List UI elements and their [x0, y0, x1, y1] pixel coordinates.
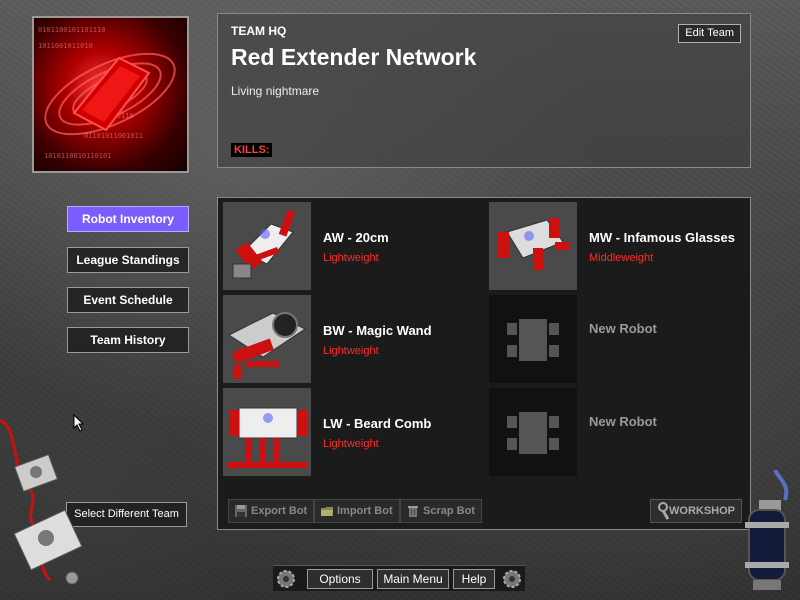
import-bot-label: Import Bot [337, 505, 393, 517]
help-button[interactable]: Help [453, 569, 495, 589]
options-button[interactable]: Options [307, 569, 373, 589]
team-name: Red Extender Network [231, 44, 477, 70]
nav-team-history[interactable]: Team History [67, 327, 189, 353]
robot-name: LW - Beard Comb [323, 416, 432, 431]
nav-robot-inventory[interactable]: Robot Inventory [67, 206, 189, 232]
robot-name: New Robot [589, 414, 657, 429]
scrap-bot-button[interactable]: Scrap Bot [400, 499, 482, 523]
bottom-menu-bar: Options Main Menu Help [273, 565, 525, 591]
header-kicker: TEAM HQ [231, 24, 287, 38]
robot-weight-class: Lightweight [323, 345, 379, 357]
export-bot-button[interactable]: Export Bot [228, 499, 315, 523]
svg-text:1010110010110101: 1010110010110101 [44, 152, 111, 160]
empty-robot-thumbnail [489, 295, 577, 383]
team-logo-art: 0101100101101110 1011001011010 011010110… [38, 26, 176, 160]
robot-thumbnail [489, 202, 577, 290]
edit-team-button[interactable]: Edit Team [678, 24, 741, 43]
floppy-disk-icon [235, 505, 247, 517]
robot-image [489, 202, 577, 290]
robot-name: BW - Magic Wand [323, 323, 432, 338]
decorative-tank-right [745, 470, 789, 590]
svg-text:0101100101101110: 0101100101101110 [38, 26, 105, 34]
folder-icon [321, 507, 333, 516]
robot-name: New Robot [589, 321, 657, 336]
svg-text:1011001011010: 1011001011010 [38, 42, 93, 50]
robot-slot-aw-20cm[interactable]: AW - 20cm Lightweight [223, 202, 483, 290]
team-header-panel: TEAM HQ Red Extender Network Living nigh… [217, 13, 751, 168]
robot-placeholder-icon [507, 319, 559, 361]
gear-icon [503, 570, 521, 588]
export-bot-label: Export Bot [251, 505, 308, 517]
robot-weight-class: Lightweight [323, 438, 379, 450]
robot-image [223, 388, 311, 476]
decorative-machine-left [0, 418, 83, 585]
robot-slot-mw-infamous-glasses[interactable]: MW - Infamous Glasses Middleweight [489, 202, 749, 290]
robot-slot-new-robot-1[interactable]: New Robot [489, 295, 749, 383]
kills-label: KILLS: [231, 143, 273, 157]
nav-league-standings[interactable]: League Standings [67, 247, 189, 273]
team-logo: 0101100101101110 1011001011010 011010110… [32, 16, 189, 173]
trash-icon [408, 506, 418, 517]
robot-image [223, 202, 311, 290]
robot-thumbnail [223, 388, 311, 476]
robot-slot-lw-beard-comb[interactable]: LW - Beard Comb Lightweight [223, 388, 483, 476]
robot-name: AW - 20cm [323, 230, 389, 245]
robot-name: MW - Infamous Glasses [589, 230, 735, 245]
gear-icon [277, 570, 295, 588]
workshop-button[interactable]: WORKSHOP [650, 499, 742, 523]
svg-text:01101011001011: 01101011001011 [84, 132, 143, 140]
robot-weight-class: Middleweight [589, 252, 654, 264]
import-bot-button[interactable]: Import Bot [314, 499, 400, 523]
robot-thumbnail [223, 295, 311, 383]
scrap-bot-label: Scrap Bot [423, 505, 475, 517]
workshop-label: WORKSHOP [669, 505, 735, 517]
main-menu-button[interactable]: Main Menu [377, 569, 449, 589]
robot-weight-class: Lightweight [323, 252, 379, 264]
robot-slot-bw-magic-wand[interactable]: BW - Magic Wand Lightweight [223, 295, 483, 383]
robot-slot-new-robot-2[interactable]: New Robot [489, 388, 749, 476]
robot-placeholder-icon [507, 412, 559, 454]
wrench-icon [658, 502, 670, 520]
robot-thumbnail [223, 202, 311, 290]
robot-image [223, 295, 311, 383]
mouse-cursor-icon [73, 414, 85, 432]
robot-inventory-panel: AW - 20cm Lightweight MW - Infamous Glas… [217, 197, 751, 530]
nav-event-schedule[interactable]: Event Schedule [67, 287, 189, 313]
team-motto: Living nightmare [231, 84, 320, 98]
empty-robot-thumbnail [489, 388, 577, 476]
